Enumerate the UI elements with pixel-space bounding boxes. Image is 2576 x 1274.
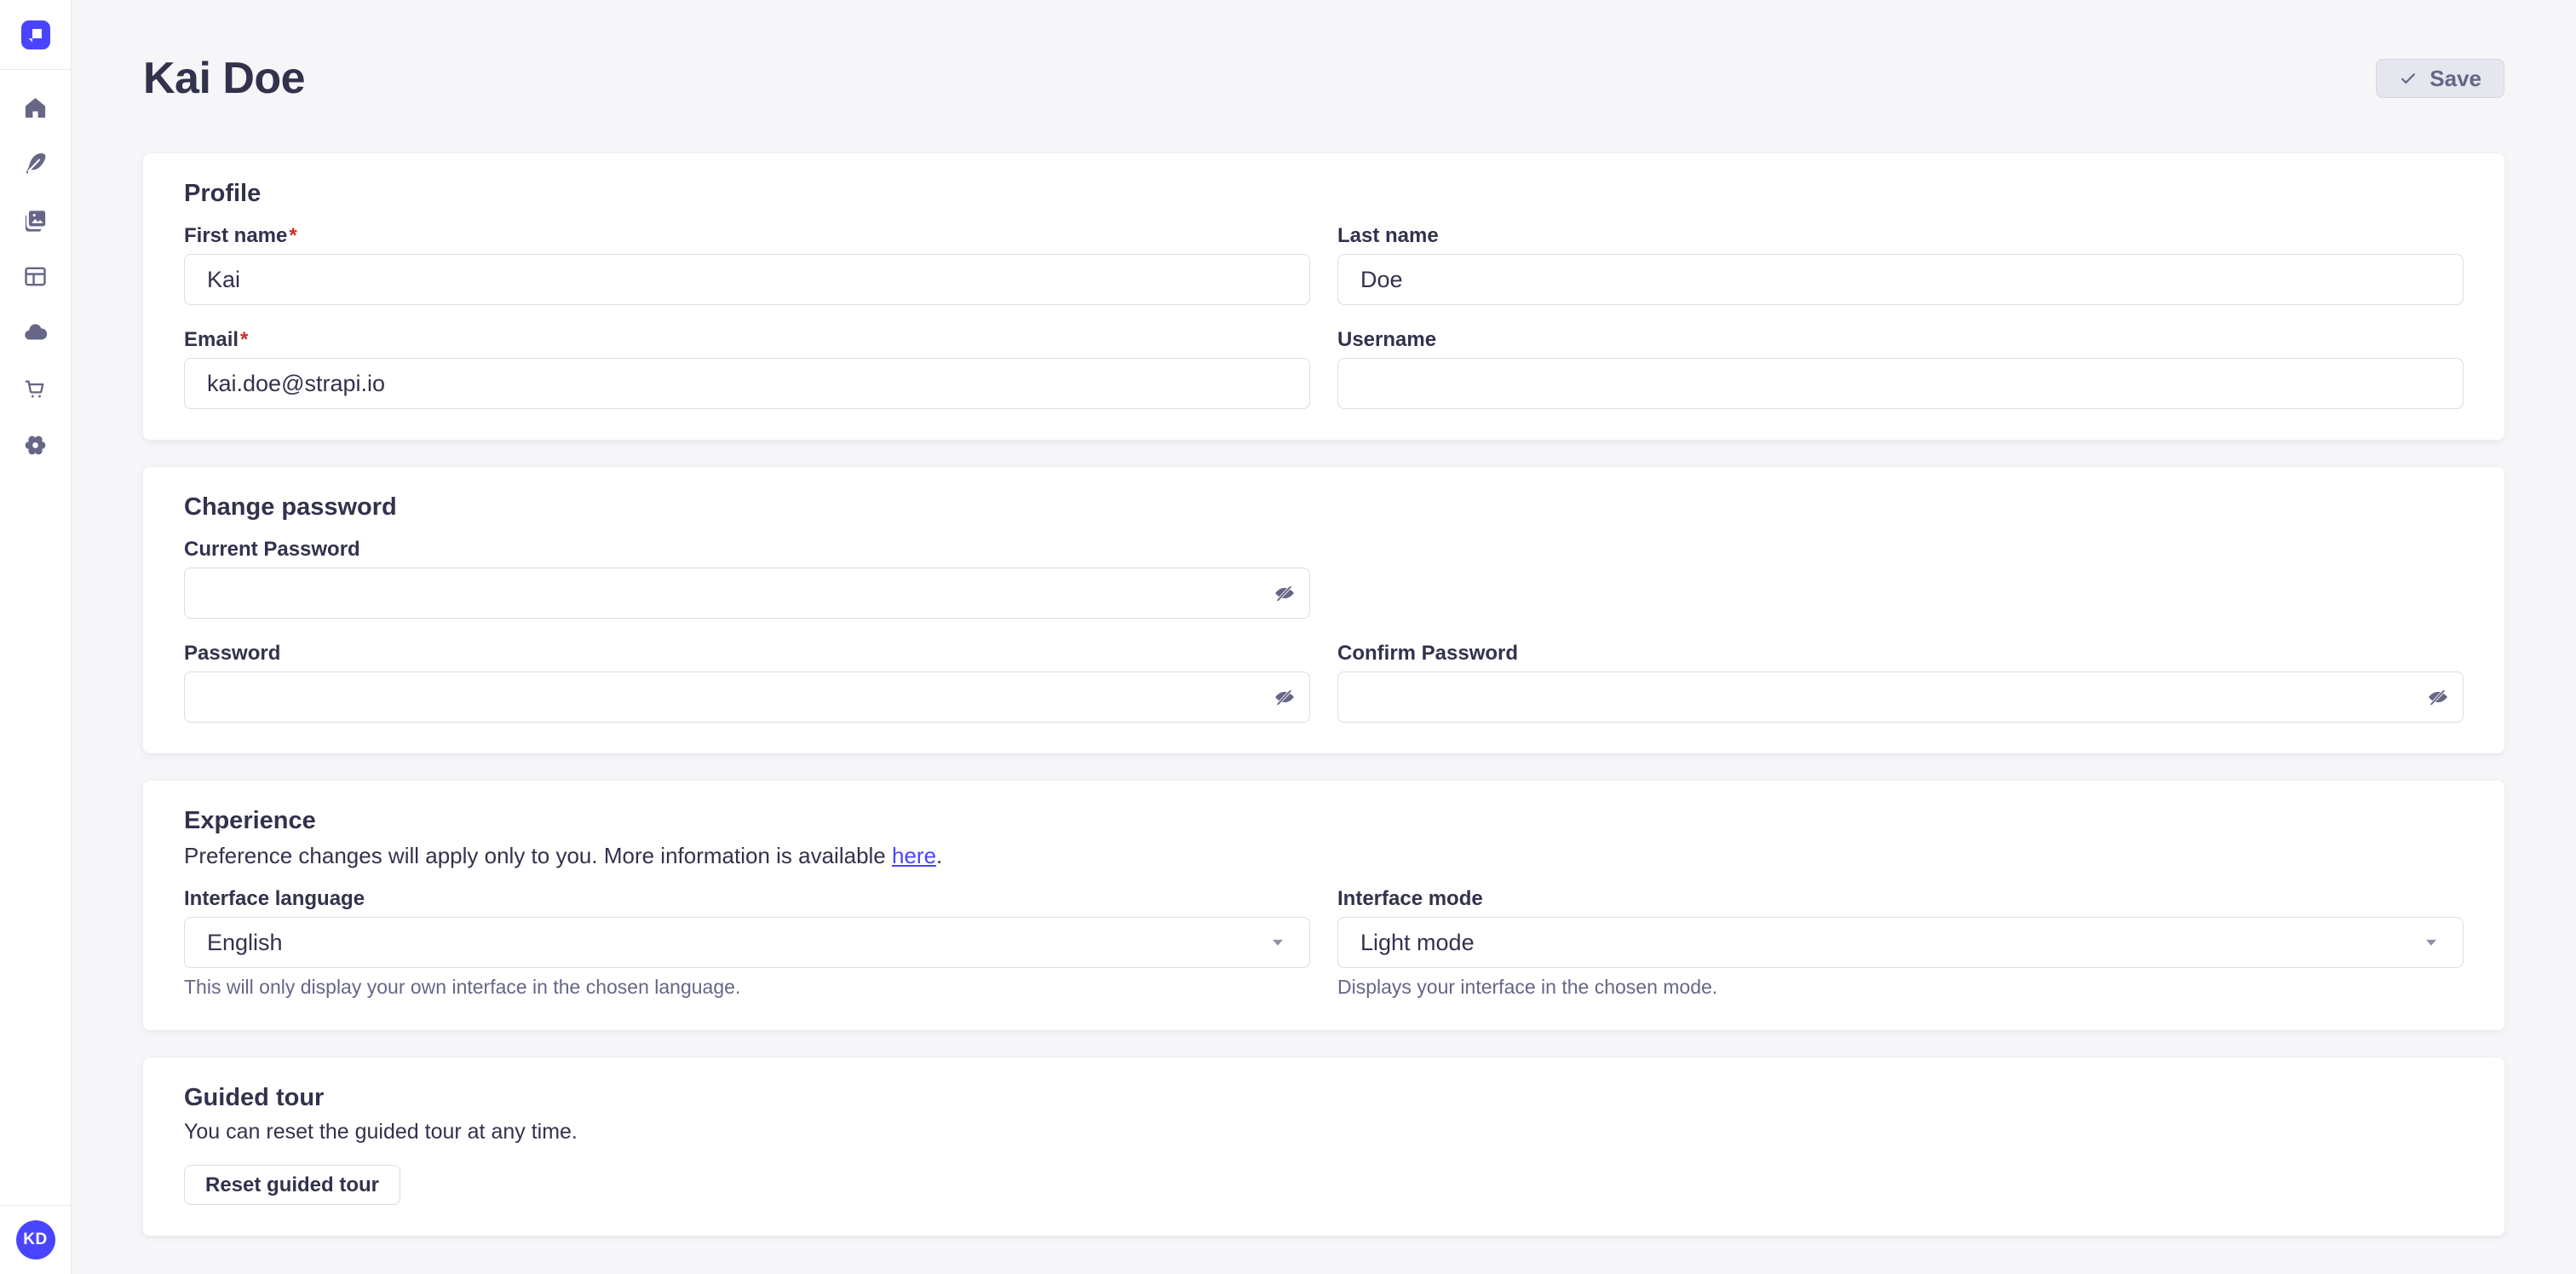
check-icon bbox=[2399, 69, 2418, 88]
password-field-group: Password bbox=[184, 641, 1310, 723]
sidebar-item-content-type-builder[interactable] bbox=[17, 257, 55, 295]
strapi-logo[interactable] bbox=[21, 20, 50, 49]
email-label: Email* bbox=[184, 327, 1310, 353]
images-icon bbox=[22, 207, 49, 233]
page-header: Kai Doe Save bbox=[72, 0, 2576, 104]
eye-off-icon bbox=[1272, 684, 1297, 710]
last-name-field-group: Last name bbox=[1337, 223, 2464, 305]
change-password-fields: Current Password Pass bbox=[184, 537, 2464, 723]
page-title: Kai Doe bbox=[143, 53, 305, 104]
confirm-password-label: Confirm Password bbox=[1337, 641, 2464, 666]
confirm-password-field-group: Confirm Password bbox=[1337, 641, 2464, 723]
first-name-input[interactable] bbox=[184, 254, 1310, 305]
experience-card: Experience Preference changes will apply… bbox=[143, 781, 2504, 1030]
sidebar-footer: KD bbox=[0, 1205, 71, 1274]
toggle-confirm-password-visibility-button[interactable] bbox=[2419, 678, 2457, 716]
email-field-group: Email* bbox=[184, 327, 1310, 409]
password-label: Password bbox=[184, 641, 1310, 666]
toggle-password-visibility-button[interactable] bbox=[1266, 678, 1303, 716]
username-label: Username bbox=[1337, 327, 2464, 353]
interface-mode-value: Light mode bbox=[1360, 930, 1475, 956]
experience-description-suffix: . bbox=[936, 843, 942, 868]
password-input[interactable] bbox=[184, 672, 1310, 723]
last-name-input[interactable] bbox=[1337, 254, 2464, 305]
profile-fields: First name* Last name Email* Username bbox=[184, 223, 2464, 409]
interface-language-label: Interface language bbox=[184, 886, 1310, 912]
eye-off-icon bbox=[2425, 684, 2451, 710]
interface-language-select[interactable]: English bbox=[184, 917, 1310, 968]
experience-heading: Experience bbox=[184, 806, 2464, 835]
confirm-password-input-wrap bbox=[1337, 672, 2464, 723]
profile-card: Profile First name* Last name Email* Use… bbox=[143, 153, 2504, 440]
save-button[interactable]: Save bbox=[2376, 59, 2504, 98]
user-avatar[interactable]: KD bbox=[16, 1220, 55, 1260]
sidebar-item-media-library[interactable] bbox=[17, 201, 55, 239]
change-password-heading: Change password bbox=[184, 493, 2464, 522]
confirm-password-input[interactable] bbox=[1337, 672, 2464, 723]
sidebar-item-settings[interactable] bbox=[17, 426, 55, 464]
main-content: Kai Doe Save Profile First name* Last na… bbox=[72, 0, 2576, 1274]
spacer-cell bbox=[1337, 537, 2464, 619]
required-mark: * bbox=[240, 328, 248, 351]
sidebar-item-home[interactable] bbox=[17, 89, 55, 126]
current-password-input[interactable] bbox=[184, 568, 1310, 619]
chevron-down-icon bbox=[1268, 933, 1287, 952]
strapi-logo-icon bbox=[21, 20, 50, 49]
interface-mode-hint: Displays your interface in the chosen mo… bbox=[1337, 975, 2464, 1000]
username-field-group: Username bbox=[1337, 327, 2464, 409]
guided-tour-card: Guided tour You can reset the guided tou… bbox=[143, 1058, 2504, 1236]
username-input[interactable] bbox=[1337, 358, 2464, 409]
experience-fields: Interface language English This will onl… bbox=[184, 886, 2464, 1000]
sidebar-item-deploy[interactable] bbox=[17, 314, 55, 351]
settings-content: Profile First name* Last name Email* Use… bbox=[72, 104, 2576, 1236]
email-input[interactable] bbox=[184, 358, 1310, 409]
logo-container bbox=[0, 0, 71, 70]
interface-mode-label: Interface mode bbox=[1337, 886, 2464, 912]
layout-icon bbox=[22, 263, 49, 290]
sidebar: KD bbox=[0, 0, 72, 1274]
cloud-icon bbox=[22, 320, 49, 346]
last-name-label: Last name bbox=[1337, 223, 2464, 249]
experience-description-text: Preference changes will apply only to yo… bbox=[184, 843, 892, 868]
current-password-input-wrap bbox=[184, 568, 1310, 619]
home-icon bbox=[22, 95, 49, 121]
eye-off-icon bbox=[1272, 580, 1297, 606]
save-button-label: Save bbox=[2429, 66, 2481, 92]
password-input-wrap bbox=[184, 672, 1310, 723]
first-name-label-text: First name bbox=[184, 224, 287, 247]
more-information-link[interactable]: here bbox=[892, 843, 936, 868]
guided-tour-description: You can reset the guided tour at any tim… bbox=[184, 1119, 2464, 1144]
first-name-label: First name* bbox=[184, 223, 1310, 249]
change-password-card: Change password Current Password bbox=[143, 467, 2504, 753]
gear-icon bbox=[22, 432, 49, 458]
cart-icon bbox=[22, 376, 49, 402]
profile-heading: Profile bbox=[184, 179, 2464, 208]
feather-icon bbox=[22, 151, 49, 177]
sidebar-nav bbox=[17, 70, 55, 1205]
toggle-current-password-visibility-button[interactable] bbox=[1266, 574, 1303, 612]
interface-language-hint: This will only display your own interfac… bbox=[184, 975, 1310, 1000]
first-name-field-group: First name* bbox=[184, 223, 1310, 305]
interface-mode-field-group: Interface mode Light mode Displays your … bbox=[1337, 886, 2464, 1000]
experience-description: Preference changes will apply only to yo… bbox=[184, 842, 2464, 869]
interface-language-field-group: Interface language English This will onl… bbox=[184, 886, 1310, 1000]
required-mark: * bbox=[289, 224, 296, 247]
chevron-down-icon bbox=[2422, 933, 2441, 952]
email-label-text: Email bbox=[184, 328, 239, 351]
sidebar-item-marketplace[interactable] bbox=[17, 370, 55, 407]
current-password-field-group: Current Password bbox=[184, 537, 1310, 619]
sidebar-item-content-manager[interactable] bbox=[17, 145, 55, 182]
interface-language-value: English bbox=[207, 930, 283, 956]
reset-guided-tour-button[interactable]: Reset guided tour bbox=[184, 1165, 400, 1205]
current-password-label: Current Password bbox=[184, 537, 1310, 562]
interface-mode-select[interactable]: Light mode bbox=[1337, 917, 2464, 968]
guided-tour-heading: Guided tour bbox=[184, 1083, 2464, 1112]
